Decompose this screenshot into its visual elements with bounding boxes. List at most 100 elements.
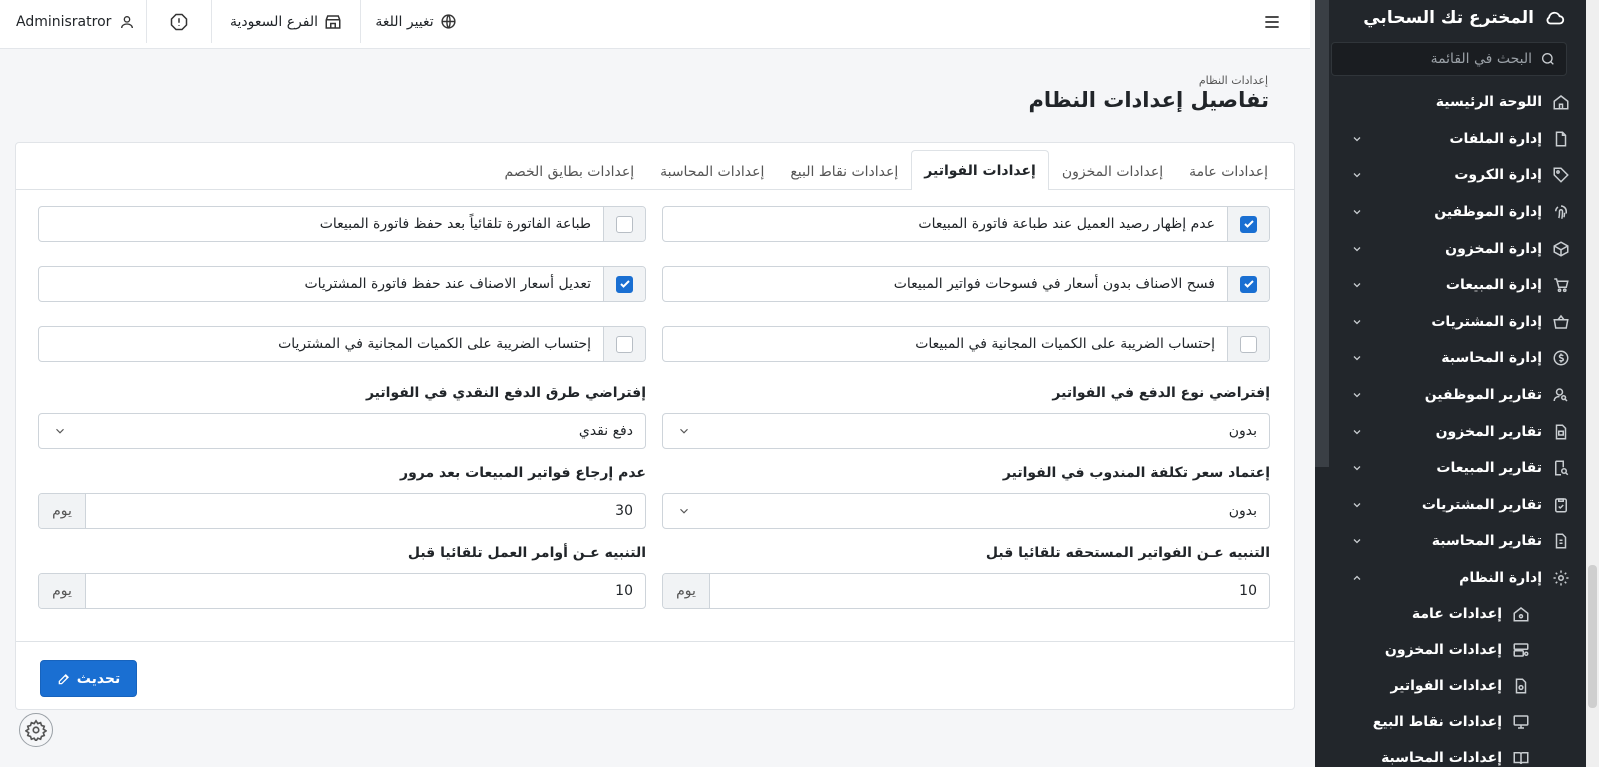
- sidebar-item-label: إدارة المخزون: [1445, 240, 1542, 257]
- checkbox-label: إحتساب الضريبة على الكميات المجانية في ا…: [915, 336, 1215, 352]
- sidebar-menu: اللوحة الرئيسية إدارة الملفات إدارة الكر…: [1315, 84, 1586, 767]
- sidebar-item-accounting-reports[interactable]: تقارير المحاسبة: [1315, 523, 1586, 560]
- sidebar-item-accounting[interactable]: إدارة المحاسبة: [1315, 340, 1586, 377]
- tab-pos[interactable]: إعدادات نقاط البيع: [777, 152, 911, 190]
- sidebar-item-purchases[interactable]: إدارة المشتريات: [1315, 304, 1586, 341]
- select-value: دفع نقدي: [578, 423, 633, 439]
- scrollbar-thumb[interactable]: [1588, 565, 1597, 708]
- field-label: إفتراضي نوع الدفع في الفواتير: [1052, 385, 1270, 401]
- alert-button[interactable]: [147, 0, 212, 43]
- unit-label: يوم: [39, 494, 86, 528]
- due-alert-input-group: 10 يوم: [662, 573, 1270, 609]
- update-label: تحديث: [76, 670, 121, 687]
- tab-invoices[interactable]: إعدادات الفواتير: [911, 150, 1049, 190]
- checkbox[interactable]: [616, 275, 633, 293]
- select-value: بدون: [1228, 423, 1257, 439]
- sidebar-item-employee-reports[interactable]: تقارير الموظفين: [1315, 377, 1586, 414]
- checkbox-label: تعديل أسعار الاصناف عند حفظ فاتورة المشت…: [304, 276, 591, 292]
- no-return-input[interactable]: 30: [86, 494, 645, 528]
- checkbox[interactable]: [1240, 335, 1257, 353]
- branch-selector[interactable]: الفرع السعودية: [212, 0, 361, 43]
- cash-method-select[interactable]: دفع نقدي: [38, 413, 646, 449]
- sidebar-item-purchase-reports[interactable]: تقارير المشتريات: [1315, 487, 1586, 524]
- inner-scrollbar[interactable]: [1315, 0, 1329, 467]
- payment-type-field: إفتراضي نوع الدفع في الفواتير بدون: [662, 385, 1270, 449]
- sidebar-item-employees[interactable]: إدارة الموظفين: [1315, 194, 1586, 231]
- home-gear-icon: [1512, 605, 1530, 623]
- brand[interactable]: المخترع تك السحابي: [1315, 0, 1586, 36]
- book-icon: [1512, 749, 1530, 767]
- user-name: Adminisratror: [16, 13, 112, 30]
- user-menu[interactable]: Adminisratror: [0, 0, 147, 43]
- select-value: بدون: [1228, 503, 1257, 519]
- sidebar-subitem-general-settings[interactable]: إعدادات عامة: [1315, 596, 1586, 632]
- gear-icon: [25, 719, 47, 741]
- sidebar-item-sales[interactable]: إدارة المبيعات: [1315, 267, 1586, 304]
- sidebar-item-label: إدارة المشتريات: [1431, 313, 1542, 330]
- checkbox[interactable]: [616, 335, 633, 353]
- chevron-down-icon: [53, 424, 67, 438]
- file-gear-icon: [1512, 677, 1530, 695]
- basket-icon: [1552, 313, 1570, 331]
- alert-icon: [170, 13, 188, 31]
- checkbox[interactable]: [1240, 275, 1257, 293]
- sidebar-item-label: تقارير المبيعات: [1436, 460, 1542, 477]
- chevron-down-icon: [1351, 352, 1363, 364]
- card-footer-divider: [16, 641, 1294, 642]
- cloud-icon: [1544, 7, 1566, 29]
- tab-inventory[interactable]: إعدادات المخزون: [1049, 152, 1176, 190]
- chevron-down-icon: [1351, 462, 1363, 474]
- server-gear-icon: [1512, 641, 1530, 659]
- due-alert-input[interactable]: 10: [710, 574, 1269, 608]
- rep-cost-select[interactable]: بدون: [662, 493, 1270, 529]
- chevron-down-icon: [1351, 279, 1363, 291]
- sidebar-item-cards[interactable]: إدارة الكروت: [1315, 157, 1586, 194]
- work-order-alert-field: التنبيه عـن أوامر العمل تلقائيا قبل 10 ي…: [38, 545, 646, 609]
- update-button[interactable]: تحديث: [40, 660, 137, 697]
- tab-bar: إعدادات عامة إعدادات المخزون إعدادات الف…: [16, 143, 1294, 190]
- chevron-down-icon: [1351, 169, 1363, 181]
- sidebar-item-label: تقارير المشتريات: [1421, 496, 1542, 513]
- language-label: تغيير اللغة: [375, 13, 434, 30]
- sidebar-item-dashboard[interactable]: اللوحة الرئيسية: [1315, 84, 1586, 121]
- fingerprint-icon: [1552, 203, 1570, 221]
- payment-type-select[interactable]: بدون: [662, 413, 1270, 449]
- sidebar-subitem-accounting-settings[interactable]: إعدادات المحاسبة: [1315, 740, 1586, 767]
- checkbox[interactable]: [616, 215, 633, 233]
- gear-icon: [1552, 569, 1570, 587]
- home-icon: [1552, 93, 1570, 111]
- user-icon: [119, 14, 135, 30]
- sidebar-item-inventory[interactable]: إدارة المخزون: [1315, 230, 1586, 267]
- tab-discount-cards[interactable]: إعدادات بطايق الخصم: [492, 152, 648, 190]
- sidebar-item-inventory-reports[interactable]: تقارير المخزون: [1315, 413, 1586, 450]
- sidebar-item-sales-reports[interactable]: تقارير المبيعات: [1315, 450, 1586, 487]
- sidebar-subitem-inventory-settings[interactable]: إعدادات المخزون: [1315, 632, 1586, 668]
- sidebar-subitem-pos-settings[interactable]: إعدادات نقاط البيع: [1315, 704, 1586, 740]
- search-placeholder: البحث في القائمة: [1430, 51, 1532, 67]
- work-order-input[interactable]: 10: [86, 574, 645, 608]
- sidebar-subitem-invoice-settings[interactable]: إعدادات الفواتير: [1315, 668, 1586, 704]
- file-report-icon: [1552, 423, 1570, 441]
- chevron-up-icon: [1351, 572, 1363, 584]
- tab-accounting[interactable]: إعدادات المحاسبة: [647, 152, 777, 190]
- chevron-down-icon: [1351, 426, 1363, 438]
- user-search-icon: [1552, 386, 1570, 404]
- sidebar-item-files[interactable]: إدارة الملفات: [1315, 121, 1586, 158]
- store-icon: [324, 13, 342, 31]
- sidebar-item-system[interactable]: إدارة النظام: [1315, 560, 1586, 597]
- tab-general[interactable]: إعدادات عامة: [1176, 152, 1281, 190]
- checkbox-field: تعديل أسعار الاصناف عند حفظ فاتورة المشت…: [38, 266, 646, 302]
- language-switcher[interactable]: تغيير اللغة: [361, 0, 471, 43]
- checkbox[interactable]: [1240, 215, 1257, 233]
- sidebar-item-label: تقارير المخزون: [1435, 423, 1542, 440]
- cart-icon: [1552, 276, 1570, 294]
- invoice-icon: [1552, 532, 1570, 550]
- settings-fab-button[interactable]: [19, 713, 53, 747]
- search-icon: [1540, 51, 1556, 67]
- chevron-down-icon: [1351, 316, 1363, 328]
- field-label: عدم إرجاع فواتير المبيعات بعد مرور: [400, 465, 646, 481]
- sidebar-search[interactable]: البحث في القائمة: [1331, 42, 1567, 76]
- menu-toggle-button[interactable]: [1262, 12, 1282, 32]
- tag-icon: [1552, 166, 1570, 184]
- scrollbar[interactable]: [1586, 0, 1599, 767]
